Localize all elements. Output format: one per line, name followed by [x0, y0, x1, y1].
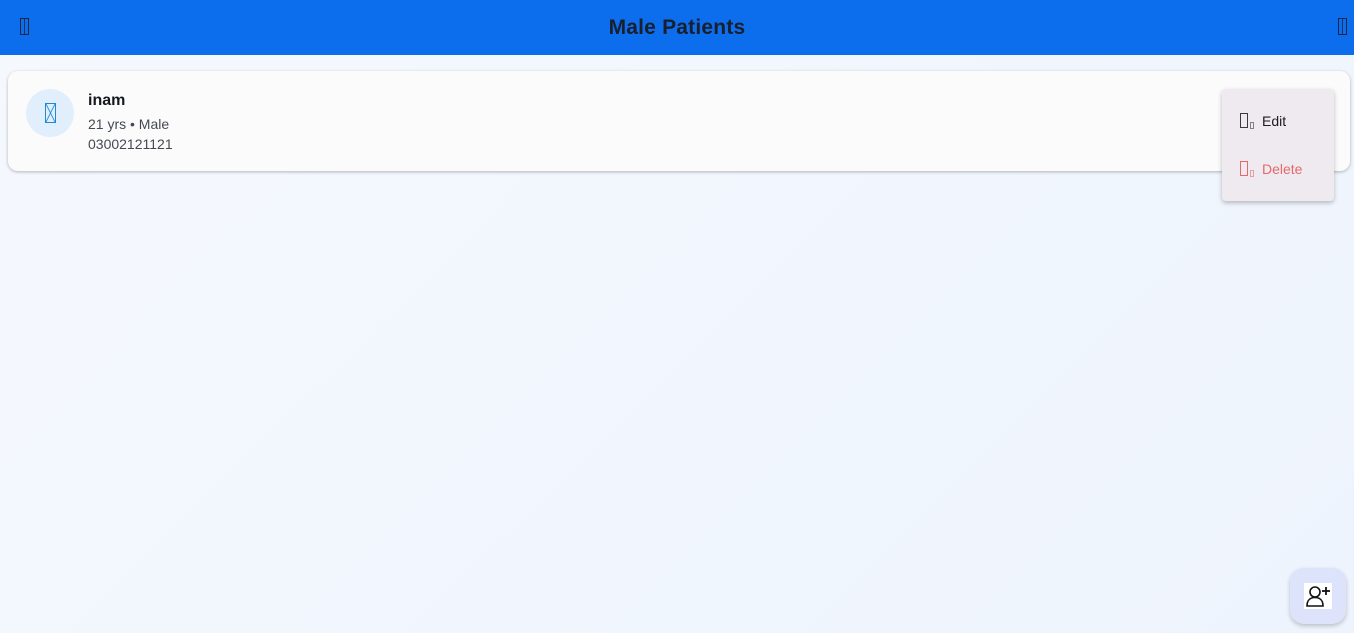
patient-phone: 03002121121	[88, 136, 173, 152]
person-icon	[44, 103, 56, 123]
add-person-icon	[1304, 583, 1332, 609]
avatar	[26, 89, 74, 137]
edit-menu-item[interactable]: Edit	[1222, 97, 1334, 145]
patient-card[interactable]: inam 21 yrs • Male 03002121121	[8, 71, 1350, 171]
patient-name: inam	[88, 92, 126, 109]
delete-label: Delete	[1262, 161, 1303, 177]
page-title: Male Patients	[608, 15, 746, 39]
app-bar: Male Patients	[0, 0, 1354, 55]
add-patient-button[interactable]	[1290, 568, 1346, 624]
edit-label: Edit	[1262, 113, 1287, 129]
popup-menu: Edit Delete	[1222, 89, 1334, 201]
delete-menu-item[interactable]: Delete	[1222, 145, 1334, 193]
delete-icon	[1240, 160, 1254, 178]
back-arrow-icon[interactable]	[17, 15, 31, 37]
edit-icon	[1240, 112, 1254, 130]
patient-age-gender: 21 yrs • Male	[88, 116, 170, 132]
more-vert-icon[interactable]	[1335, 15, 1349, 37]
